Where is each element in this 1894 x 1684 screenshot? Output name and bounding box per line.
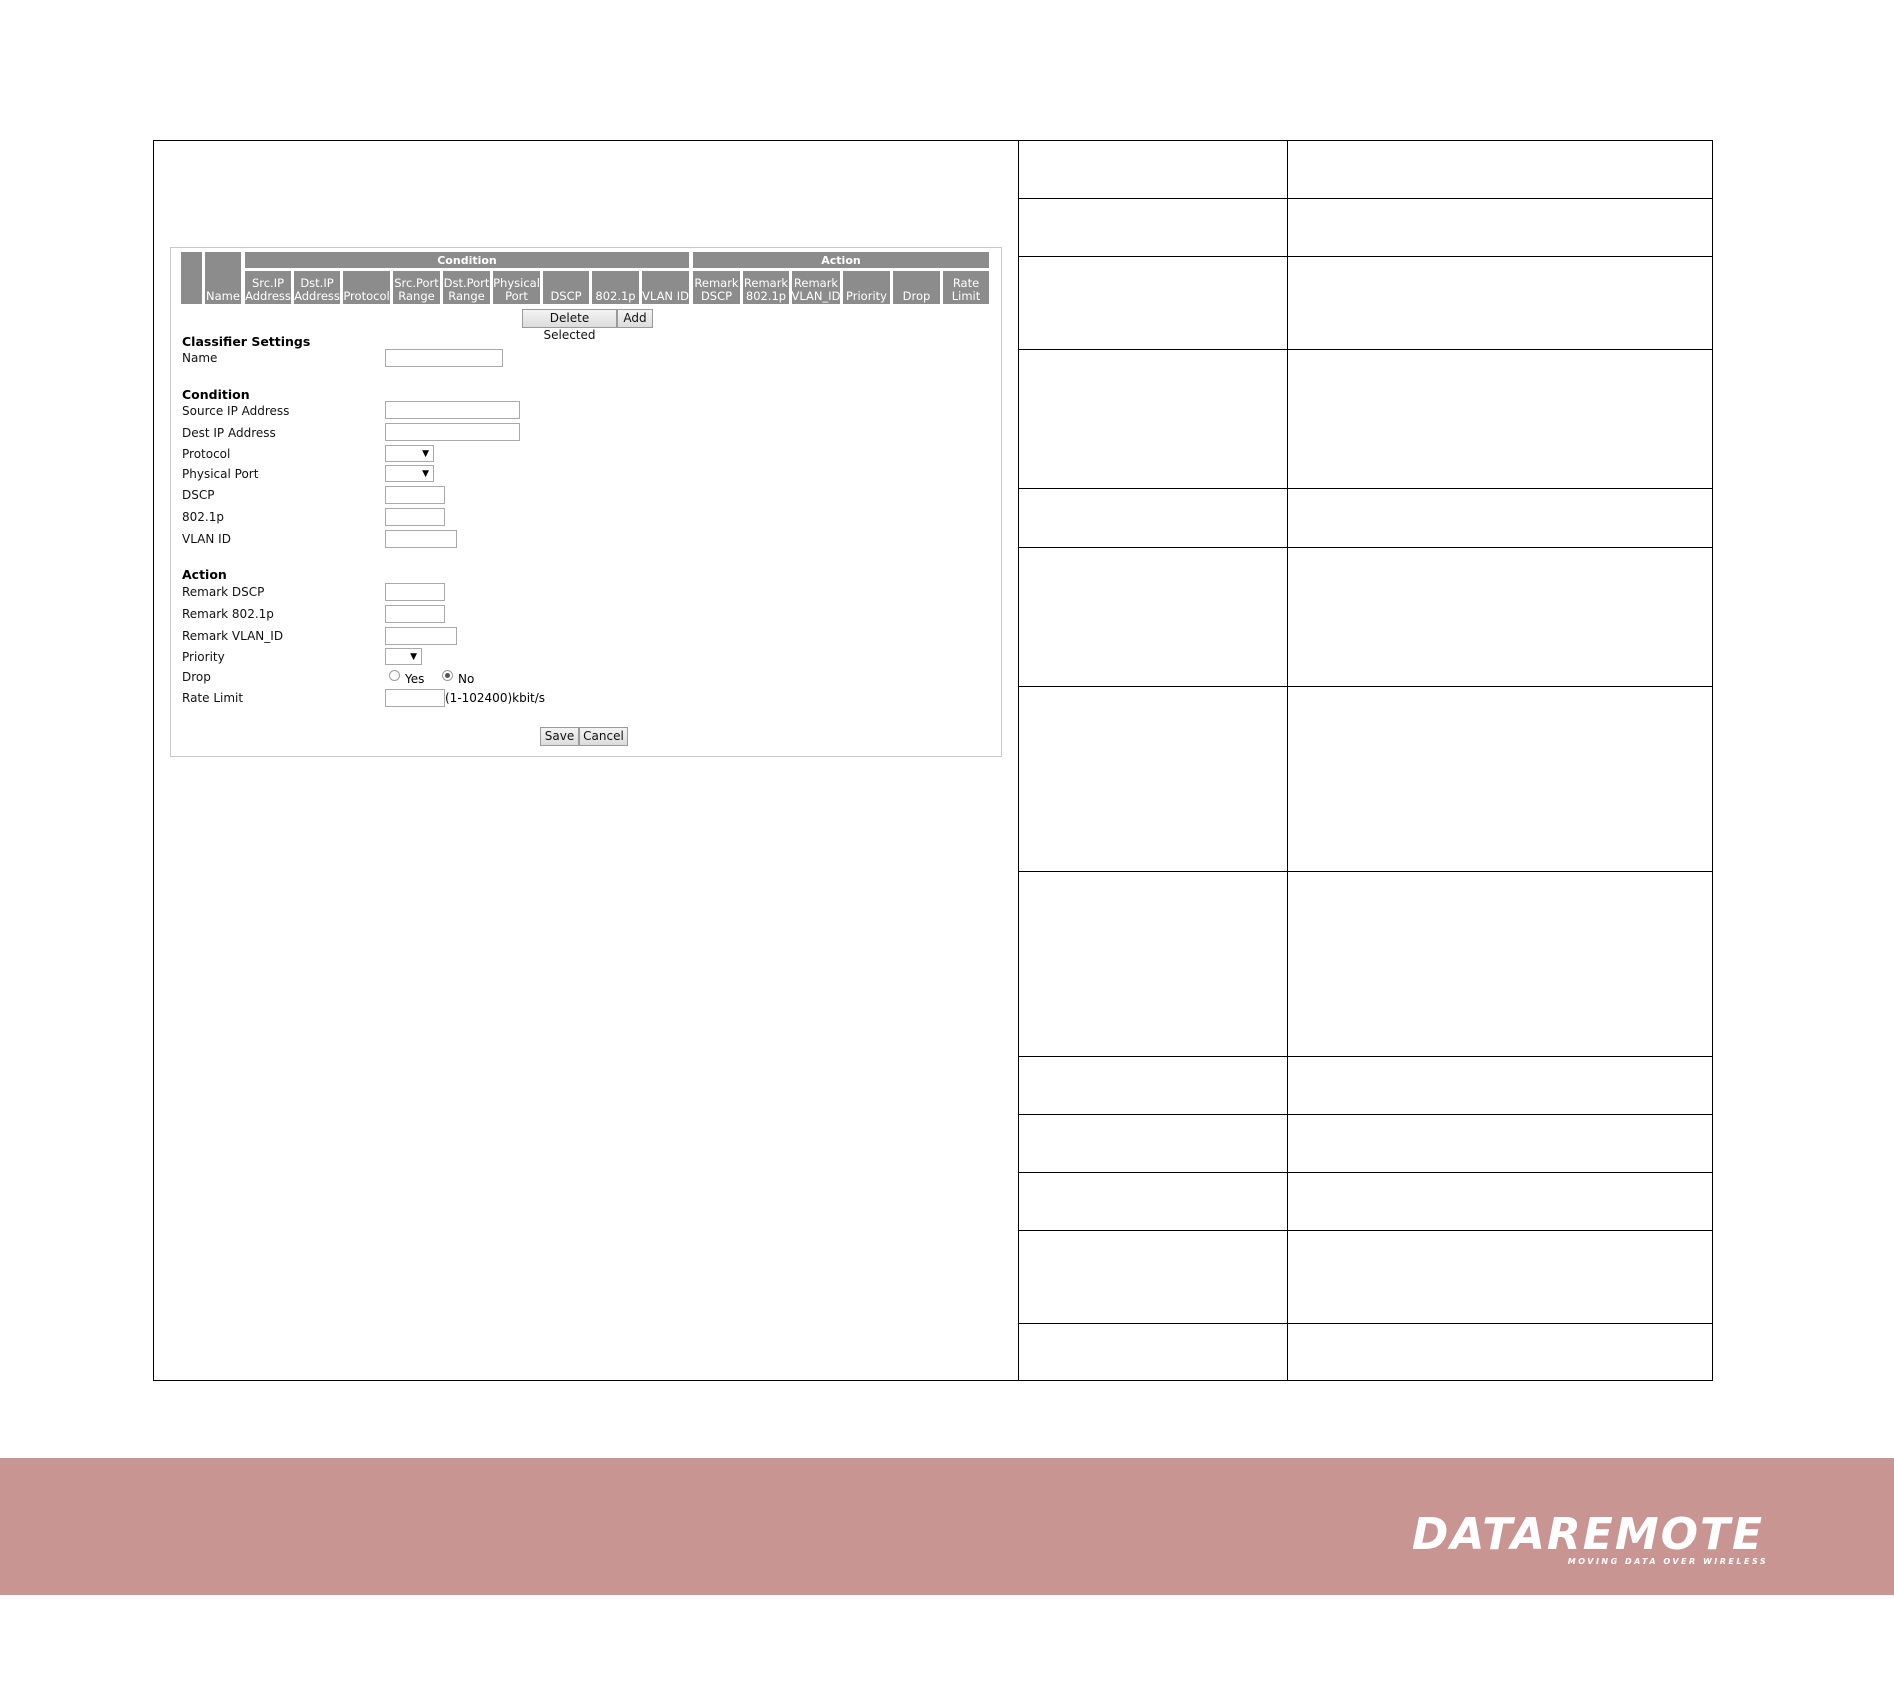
column-header-src-ip: Src.IP Address [245, 271, 291, 304]
cancel-button[interactable]: Cancel [579, 727, 628, 746]
column-header-dst-port: Dst.Port Range [443, 271, 490, 304]
grid-row [1019, 1324, 1712, 1380]
priority-label: Priority [182, 650, 225, 664]
vlan-id-input[interactable] [385, 530, 457, 548]
qos-classifier-panel: Name Condition Action Src.IP Address Dst… [170, 247, 1002, 757]
column-header-physical-port: Physical Port [493, 271, 540, 304]
priority-select[interactable]: ▼ [385, 648, 422, 665]
source-ip-label: Source IP Address [182, 404, 290, 418]
grid-row [1019, 548, 1712, 687]
rate-limit-input[interactable] [385, 689, 445, 707]
group-header-action: Action [693, 252, 989, 268]
save-button[interactable]: Save [540, 727, 579, 746]
rate-limit-hint: (1-102400)kbit/s [445, 691, 546, 705]
group-header-condition: Condition [245, 252, 689, 268]
remark-vlan-input[interactable] [385, 627, 457, 645]
grid-row [1019, 1231, 1712, 1324]
column-header-name: Name [205, 252, 241, 304]
dest-ip-label: Dest IP Address [182, 426, 276, 440]
add-button[interactable]: Add [617, 309, 653, 328]
grid-row [1019, 350, 1712, 489]
grid-row [1019, 489, 1712, 548]
8021p-input[interactable] [385, 508, 445, 526]
protocol-select[interactable]: ▼ [385, 445, 434, 462]
grid-row [1019, 141, 1712, 199]
column-header-remark-vlan: Remark VLAN_ID [792, 271, 841, 304]
column-header-protocol: Protocol [343, 271, 390, 304]
column-header-drop: Drop [893, 271, 940, 304]
protocol-label: Protocol [182, 447, 231, 461]
dropdown-arrow-icon: ▼ [410, 652, 417, 662]
logo-tagline: MOVING DATA OVER WIRELESS [1568, 1557, 1768, 1566]
column-header-8021p: 802.1p [592, 271, 639, 304]
delete-selected-button[interactable]: Delete Selected [522, 309, 617, 342]
8021p-label: 802.1p [182, 510, 224, 524]
condition-title: Condition [182, 387, 250, 402]
dataremote-logo: DATAREMOTE MOVING DATA OVER WIRELESS [1412, 1511, 1768, 1566]
column-header-dscp: DSCP [543, 271, 589, 304]
drop-yes-radio[interactable] [389, 670, 400, 681]
classifier-rule-table: Name Condition Action Src.IP Address Dst… [181, 252, 991, 306]
vlan-id-label: VLAN ID [182, 532, 231, 546]
name-label: Name [182, 351, 218, 365]
dest-ip-input[interactable] [385, 423, 520, 441]
dropdown-arrow-icon: ▼ [422, 469, 429, 479]
remark-8021p-label: Remark 802.1p [182, 607, 274, 621]
column-header-remark-8021p: Remark 802.1p [743, 271, 789, 304]
action-title: Action [182, 567, 227, 582]
column-header-dst-ip: Dst.IP Address [294, 271, 340, 304]
drop-no-label: No [458, 672, 475, 686]
grid-row [1019, 1173, 1712, 1231]
document-table: Name Condition Action Src.IP Address Dst… [153, 140, 1713, 1381]
grid-row [1019, 872, 1712, 1057]
select-column-header [181, 252, 202, 304]
drop-label: Drop [182, 670, 211, 684]
remark-dscp-input[interactable] [385, 583, 445, 601]
column-header-src-port: Src.Port Range [393, 271, 440, 304]
column-header-rate-limit: Rate Limit [943, 271, 989, 304]
dropdown-arrow-icon: ▼ [422, 449, 429, 459]
name-input[interactable] [385, 349, 503, 367]
dscp-input[interactable] [385, 486, 445, 504]
rate-limit-label: Rate Limit [182, 691, 244, 705]
dscp-label: DSCP [182, 488, 215, 502]
drop-no-radio[interactable] [442, 670, 453, 681]
grid-row [1019, 1115, 1712, 1173]
logo-wordmark: DATAREMOTE [1412, 1511, 1764, 1560]
description-grid [1019, 141, 1712, 1380]
column-header-priority: Priority [843, 271, 890, 304]
remark-dscp-label: Remark DSCP [182, 585, 265, 599]
physical-port-select[interactable]: ▼ [385, 465, 434, 482]
source-ip-input[interactable] [385, 401, 520, 419]
physical-port-label: Physical Port [182, 467, 259, 481]
drop-yes-label: Yes [405, 672, 425, 686]
screenshot-cell: Name Condition Action Src.IP Address Dst… [154, 141, 1019, 1380]
grid-row [1019, 257, 1712, 350]
classifier-settings-title: Classifier Settings [182, 334, 311, 349]
grid-row [1019, 687, 1712, 872]
footer-band: DATAREMOTE MOVING DATA OVER WIRELESS [0, 1458, 1894, 1595]
grid-row [1019, 1057, 1712, 1115]
column-header-remark-dscp: Remark DSCP [693, 271, 740, 304]
column-header-vlan-id: VLAN ID [642, 271, 689, 304]
remark-8021p-input[interactable] [385, 605, 445, 623]
remark-vlan-label: Remark VLAN_ID [182, 629, 284, 643]
grid-row [1019, 199, 1712, 257]
